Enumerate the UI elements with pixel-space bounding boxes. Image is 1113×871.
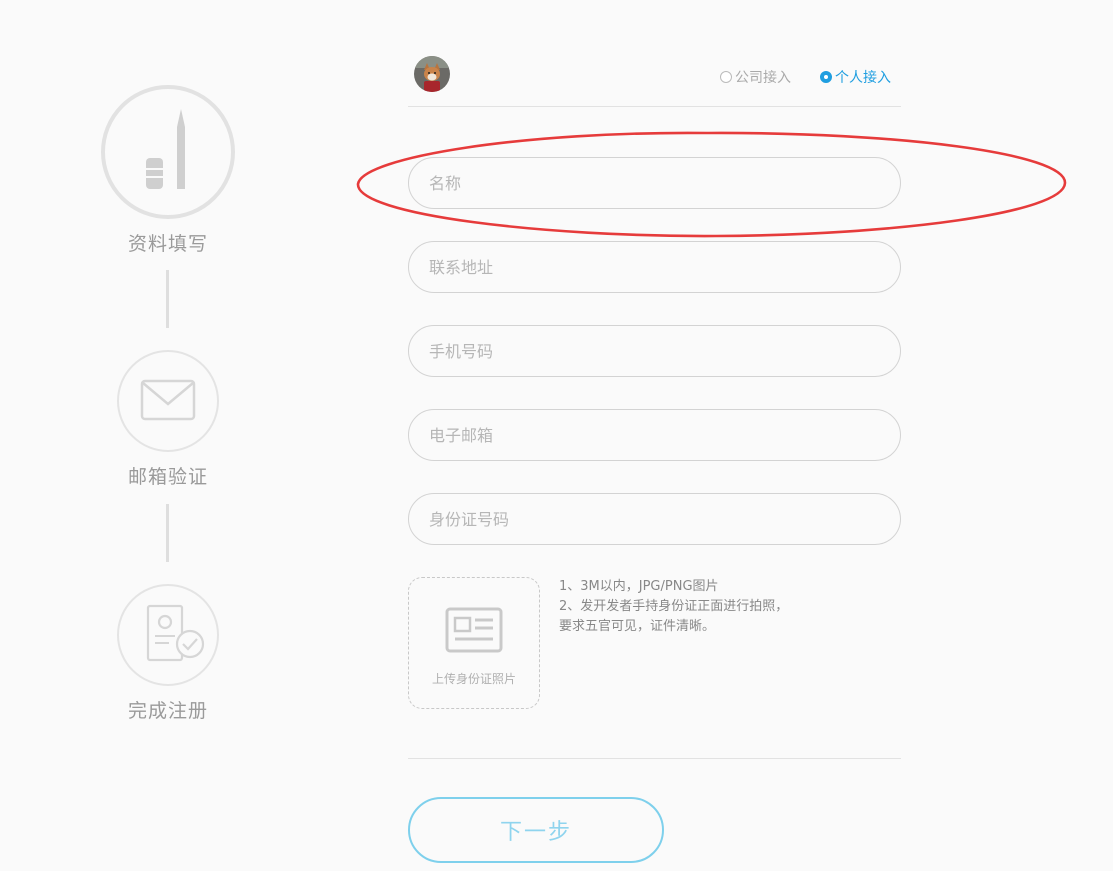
avatar[interactable] <box>414 56 450 92</box>
radio-company-access[interactable]: 公司接入 <box>720 67 791 87</box>
radio-unchecked-icon <box>720 71 732 83</box>
step-label-email-verify: 邮箱验证 <box>127 466 208 488</box>
phone-input[interactable] <box>408 325 901 377</box>
shiba-dog-avatar-icon <box>414 56 450 92</box>
next-step-button[interactable]: 下一步 <box>408 797 664 863</box>
id-number-input[interactable] <box>408 493 901 545</box>
tip-line: 1、3M以内，JPG/PNG图片 <box>559 579 719 594</box>
step-3-circle <box>117 584 219 686</box>
step-connector <box>166 504 169 562</box>
step-label-profile: 资料填写 <box>127 233 208 255</box>
envelope-icon <box>140 379 196 421</box>
radio-personal-access[interactable]: 个人接入 <box>820 67 891 87</box>
id-card-icon <box>445 607 503 653</box>
radio-company-label: 公司接入 <box>735 70 791 86</box>
tip-line: 要求五官可见，证件清晰。 <box>559 619 716 634</box>
step-label-complete: 完成注册 <box>127 700 208 722</box>
step-connector <box>166 270 169 328</box>
radio-checked-icon <box>820 71 832 83</box>
step-1-circle <box>101 85 235 219</box>
upload-label: 上传身份证照片 <box>431 672 516 686</box>
email-input[interactable] <box>408 409 901 461</box>
pen-icon <box>146 109 185 189</box>
id-check-icon <box>146 604 205 662</box>
address-input[interactable] <box>408 241 901 293</box>
id-photo-upload[interactable]: 上传身份证照片 <box>408 577 540 709</box>
name-input[interactable] <box>408 157 901 209</box>
step-2-circle <box>117 350 219 452</box>
tip-line: 2、发开发者手持身份证正面进行拍照， <box>559 599 789 614</box>
radio-personal-label: 个人接入 <box>835 70 891 86</box>
header-divider <box>408 106 901 107</box>
upload-tips: 1、3M以内，JPG/PNG图片 2、发开发者手持身份证正面进行拍照， 要求五官… <box>559 577 788 637</box>
form-divider <box>408 758 901 759</box>
